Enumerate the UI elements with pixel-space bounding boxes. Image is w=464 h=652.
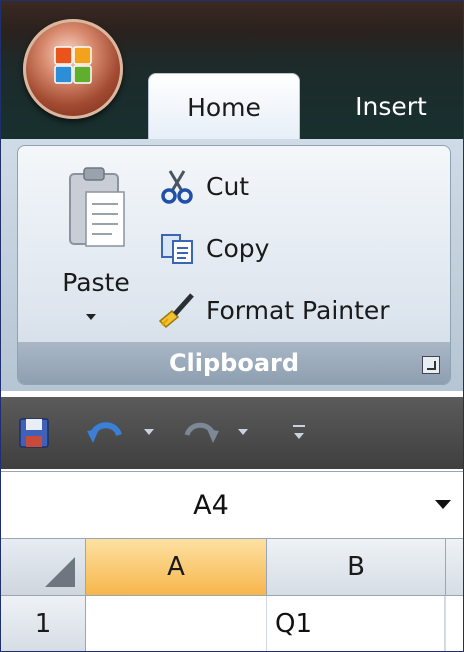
office-button[interactable] [23, 19, 123, 119]
select-all-button[interactable] [1, 539, 86, 596]
tab-insert-label: Insert [355, 91, 427, 121]
redo-icon[interactable] [181, 417, 221, 449]
cell-b1[interactable]: Q1 [267, 596, 445, 651]
clipboard-group-label: Clipboard [168, 349, 300, 377]
format-painter-button[interactable]: Format Painter [158, 288, 390, 332]
column-header-label: A [167, 552, 185, 582]
copy-icon [161, 234, 193, 264]
column-header-label: B [347, 552, 365, 582]
paste-button[interactable]: Paste [32, 156, 142, 346]
quick-access-toolbar [1, 397, 463, 469]
title-bar: Home Insert [1, 1, 463, 141]
tab-insert[interactable]: Insert [321, 73, 461, 139]
cell-a1[interactable] [86, 596, 267, 651]
select-all-icon [45, 557, 75, 587]
column-header-a[interactable]: A [86, 539, 267, 596]
customize-toolbar-icon[interactable] [291, 417, 307, 449]
worksheet-grid: A B 1 Q1 [1, 539, 463, 651]
row-header-1[interactable]: 1 [1, 596, 86, 651]
cut-label: Cut [206, 171, 250, 201]
column-header-c[interactable] [446, 539, 463, 596]
cut-button[interactable]: Cut [158, 164, 249, 208]
undo-icon[interactable] [85, 417, 125, 449]
formula-bar: A4 [1, 471, 463, 539]
paste-dropdown-arrow-icon[interactable] [86, 314, 96, 320]
copy-label: Copy [206, 233, 270, 263]
name-box-value: A4 [193, 489, 229, 521]
undo-dropdown-icon[interactable] [141, 417, 157, 449]
row-header-label: 1 [34, 608, 52, 639]
cell-c1[interactable] [446, 596, 463, 651]
clipboard-group: Paste Cut Copy Format Painter Clipboard [17, 145, 451, 385]
format-painter-label: Format Painter [206, 295, 390, 325]
redo-dropdown-icon[interactable] [235, 417, 251, 449]
paste-label: Paste [62, 268, 130, 297]
save-icon[interactable] [19, 417, 49, 449]
chevron-down-icon[interactable] [435, 500, 451, 509]
name-box[interactable]: A4 [1, 472, 463, 538]
column-header-b[interactable]: B [267, 539, 446, 596]
ribbon: Paste Cut Copy Format Painter Clipboard [1, 139, 463, 391]
paste-icon [69, 167, 125, 247]
scissors-icon [161, 170, 193, 204]
dialog-launcher-icon[interactable] [422, 356, 440, 374]
tab-home-label: Home [187, 92, 261, 122]
clipboard-group-title: Clipboard [18, 342, 450, 384]
office-logo-icon [54, 46, 92, 84]
tab-home[interactable]: Home [148, 73, 300, 140]
copy-button[interactable]: Copy [158, 226, 269, 270]
paintbrush-icon [158, 293, 194, 329]
excel-window: Home Insert Paste Cut Copy Format Painte… [0, 0, 464, 652]
